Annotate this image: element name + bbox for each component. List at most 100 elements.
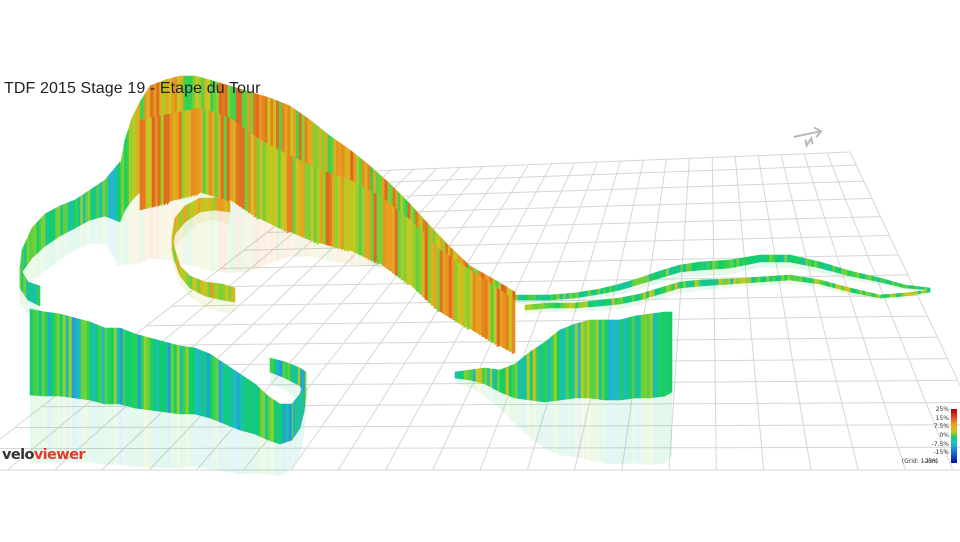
route-reflection-segment xyxy=(593,398,596,462)
route-segment xyxy=(418,228,423,296)
route-segment xyxy=(532,347,537,402)
route-segment xyxy=(42,213,46,249)
route-reflection-segment xyxy=(775,262,778,268)
route-segment xyxy=(511,297,516,355)
route-reflection-segment xyxy=(114,219,117,262)
route-reflection-segment xyxy=(590,306,594,312)
route-reflection-segment xyxy=(207,296,211,309)
route-reflection-segment xyxy=(778,262,781,268)
route-reflection-segment xyxy=(219,299,222,313)
route-segment xyxy=(668,284,672,292)
route-reflection-segment xyxy=(760,262,763,268)
route-reflection-segment xyxy=(694,286,698,292)
route-segment xyxy=(310,165,315,242)
grid-line xyxy=(146,315,928,327)
route-segment xyxy=(648,290,652,298)
route-reflection-segment xyxy=(814,266,817,273)
route-reflection-segment xyxy=(581,398,584,459)
route-segment xyxy=(688,262,692,272)
route-reflection-segment xyxy=(559,308,563,312)
route-reflection-segment xyxy=(721,268,724,275)
route-segment xyxy=(720,278,725,285)
route-reflection-segment xyxy=(793,262,796,269)
route-segment xyxy=(325,171,330,246)
route-segment xyxy=(388,202,393,273)
route-reflection-segment xyxy=(530,400,533,439)
route-segment xyxy=(798,276,803,282)
route-segment xyxy=(917,290,921,295)
route-reflection-segment xyxy=(525,309,529,314)
route-segment xyxy=(251,381,256,435)
route-reflection-segment xyxy=(805,265,808,271)
route-reflection-segment xyxy=(192,215,195,229)
route-reflection-segment xyxy=(754,262,757,269)
route-segment xyxy=(555,302,560,309)
route-segment xyxy=(631,279,635,287)
route-segment xyxy=(322,170,327,245)
route-reflection-segment xyxy=(121,216,123,266)
route-segment xyxy=(284,361,288,380)
route-reflection-segment xyxy=(180,414,183,469)
route-reflection-segment xyxy=(290,380,293,396)
route-reflection-segment xyxy=(219,421,222,472)
route-segment xyxy=(101,179,106,218)
route-segment xyxy=(649,313,654,399)
route-reflection-segment xyxy=(85,221,88,247)
route-segment xyxy=(693,279,698,287)
route-segment xyxy=(80,319,85,400)
route-reflection-segment xyxy=(192,289,195,301)
route-reflection-segment xyxy=(210,418,213,470)
route-segment xyxy=(119,327,124,406)
route-reflection-segment xyxy=(277,443,280,476)
route-segment xyxy=(313,166,318,244)
route-segment xyxy=(152,338,157,412)
route-segment xyxy=(541,341,546,403)
route-segment xyxy=(391,204,396,275)
route-segment xyxy=(259,388,264,439)
legend-label: 7.5% xyxy=(933,423,949,430)
legend-label: 15% xyxy=(935,415,949,422)
route-reflection-segment xyxy=(28,260,31,285)
route-reflection-segment xyxy=(500,392,503,411)
route-segment xyxy=(77,318,82,400)
route-segment xyxy=(873,293,878,298)
route-segment xyxy=(436,246,441,312)
route-reflection-segment xyxy=(132,198,134,266)
route-segment xyxy=(71,316,76,399)
route-reflection-segment xyxy=(136,194,138,265)
route-segment xyxy=(580,321,585,399)
route-segment xyxy=(529,294,534,301)
route-segment xyxy=(544,338,549,403)
route-segment xyxy=(206,352,211,419)
route-reflection-segment xyxy=(733,283,736,288)
route-segment xyxy=(161,340,166,413)
route-segment xyxy=(653,288,658,297)
route-segment xyxy=(505,293,510,351)
route-reflection-segment xyxy=(527,399,530,437)
route-segment xyxy=(478,275,483,336)
route-reflection-segment xyxy=(503,393,506,414)
route-segment xyxy=(125,329,130,407)
route-segment xyxy=(499,289,504,348)
gradient-color-bar xyxy=(951,409,957,463)
route-segment xyxy=(534,303,538,310)
route-segment xyxy=(571,292,576,299)
viewer-canvas[interactable]: TDF 2015 Stage 19 - Etape du Tour velovi… xyxy=(0,0,960,542)
route-segment xyxy=(642,291,647,300)
route-reflection-segment xyxy=(650,397,653,466)
route-segment xyxy=(173,344,178,414)
route-reflection-segment xyxy=(706,269,709,276)
route-segment xyxy=(224,284,229,302)
route-reflection-segment xyxy=(93,218,96,245)
route-segment xyxy=(747,277,752,284)
route-reflection-segment xyxy=(128,202,131,266)
route-segment xyxy=(556,329,561,401)
route-segment xyxy=(568,302,573,309)
route-reflection-segment xyxy=(530,300,533,304)
route-reflection-segment xyxy=(700,285,703,291)
route-reflection-segment xyxy=(120,219,122,266)
route-reflection-segment xyxy=(190,288,193,299)
route-segment xyxy=(166,113,171,206)
route-reflection-segment xyxy=(45,244,48,272)
route-segment xyxy=(257,385,261,437)
